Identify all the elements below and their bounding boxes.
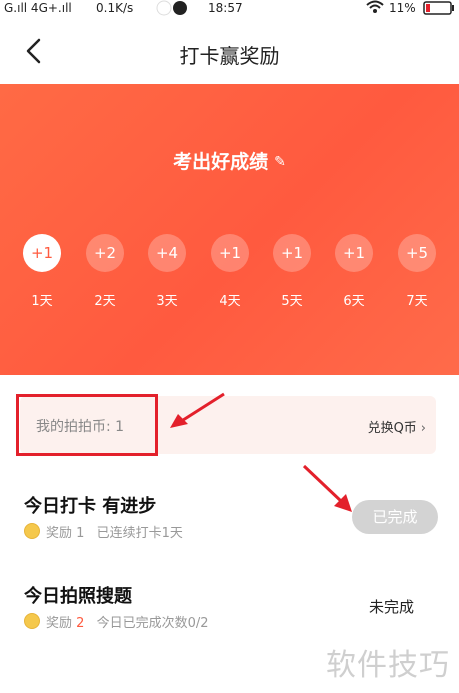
page-title: 打卡赢奖励: [179, 44, 280, 68]
day-7-reward: +5: [398, 234, 436, 272]
day-3-label: 3天: [156, 294, 178, 309]
reward-label: 奖励: [46, 616, 73, 631]
coin-icon: [24, 523, 40, 539]
day-5-label: 5天: [281, 294, 303, 309]
day-1: +1 1天: [21, 234, 63, 309]
task-reward: 奖励 2 今日已完成次数0/2: [24, 612, 209, 631]
day-5: +1 5天: [271, 234, 313, 309]
exchange-qcoin-link[interactable]: 兑换Q币 ›: [368, 417, 426, 436]
network-speed: 0.1K/s: [96, 1, 134, 15]
toggle-icon: [150, 0, 194, 19]
reward-value: 2: [76, 616, 85, 631]
task-reward: 奖励 1 已连续打卡1天: [24, 522, 183, 541]
day-2-label: 2天: [94, 294, 116, 309]
highlight-box: [16, 394, 158, 456]
day-4-label: 4天: [219, 294, 241, 309]
completed-button[interactable]: 已完成: [352, 500, 438, 534]
day-3: +4 3天: [146, 234, 188, 309]
day-3-reward: +4: [148, 234, 186, 272]
task-title: 今日拍照搜题: [24, 586, 132, 607]
day-1-reward: +1: [23, 234, 61, 272]
clock: 18:57: [208, 1, 243, 15]
pencil-icon[interactable]: ✎: [274, 154, 286, 170]
task-title: 今日打卡 有进步: [24, 496, 157, 517]
reward-label: 奖励: [46, 526, 73, 541]
annotation-arrow: [170, 392, 225, 428]
day-2-reward: +2: [86, 234, 124, 272]
battery-level: 11%: [389, 1, 416, 15]
day-7-label: 7天: [406, 294, 428, 309]
checkin-hero: 考出好成绩 ✎ +1 1天 +2 2天 +4 3天 +1 4天 +1 5天 +1 …: [0, 84, 459, 375]
chevron-right-icon: ›: [420, 421, 426, 436]
battery-icon: [423, 1, 455, 18]
wifi-icon: [366, 0, 384, 17]
coin-icon: [24, 613, 40, 629]
goal-title[interactable]: 考出好成绩 ✎: [0, 147, 459, 174]
day-5-reward: +1: [273, 234, 311, 272]
day-1-label: 1天: [31, 294, 53, 309]
day-6-reward: +1: [335, 234, 373, 272]
day-4: +1 4天: [209, 234, 251, 309]
task-detail: 今日已完成次数0/2: [96, 616, 209, 631]
exchange-label: 兑换Q币: [367, 421, 417, 436]
day-4-reward: +1: [211, 234, 249, 272]
nav-bar: 打卡赢奖励: [0, 18, 459, 84]
watermark: 软件技巧: [326, 648, 450, 683]
day-6-label: 6天: [343, 294, 365, 309]
day-2: +2 2天: [84, 234, 126, 309]
reward-value: 1: [76, 526, 85, 541]
day-6: +1 6天: [333, 234, 375, 309]
task-detail: 已连续打卡1天: [96, 526, 183, 541]
status-bar: G.ıll 4G+.ıll 0.1K/s 18:57 11%: [0, 0, 459, 18]
carrier-signal: G.ıll 4G+.ıll: [4, 1, 72, 15]
goal-text: 考出好成绩: [173, 151, 269, 173]
day-7: +5 7天: [396, 234, 438, 309]
incomplete-status[interactable]: 未完成: [369, 596, 414, 617]
